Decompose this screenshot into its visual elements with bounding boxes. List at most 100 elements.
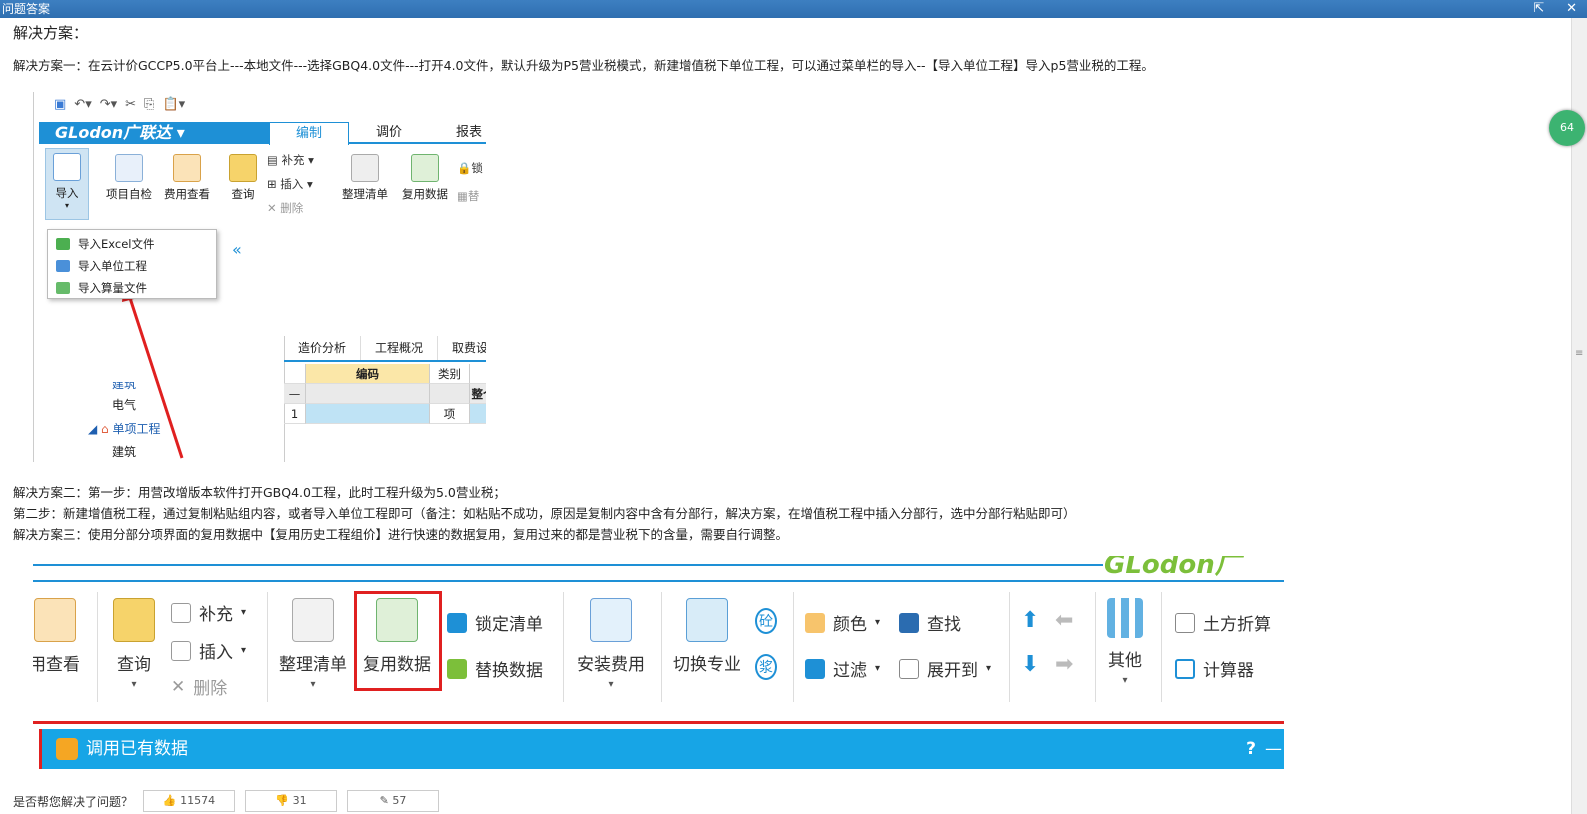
tidy-list-button[interactable]: 整理清单 ▾	[279, 598, 347, 690]
quantity-file-icon	[56, 282, 70, 294]
move-up-button[interactable]: ⬆	[1021, 608, 1039, 633]
binoculars-icon	[899, 612, 919, 633]
feedback-question: 是否帮您解决了问题？	[13, 794, 134, 809]
menu-item-import-unit[interactable]: 导入单位工程	[56, 255, 216, 277]
grid-icon	[1107, 598, 1143, 638]
menu-label: 导入单位工程	[78, 259, 147, 273]
highlight-box	[354, 591, 442, 691]
menu-label: 导入算量文件	[78, 281, 147, 295]
concrete-label: 砼	[755, 608, 777, 634]
dropdown-arrow: ▾	[241, 607, 247, 618]
divider	[793, 592, 794, 702]
move-left-button[interactable]: ⬅	[1055, 608, 1073, 633]
ribbon-2: 用查看 查询 ▾ 补充 ▾ 插入 ▾ ✕ 删除 整理清单 ▾ 复用数据 锁定清单 替换…	[33, 588, 1284, 718]
insert-label: 插入	[199, 643, 233, 663]
menu-item-import-quantity[interactable]: 导入算量文件	[56, 277, 216, 299]
fee-view-button[interactable]: 用查看	[33, 598, 80, 675]
earthwork-icon	[1175, 612, 1195, 633]
divider	[1009, 592, 1010, 702]
supplement-button[interactable]: 补充 ▾	[171, 600, 246, 625]
dropdown-arrow: ▾	[310, 679, 316, 690]
delete-button[interactable]: ✕ 删除	[171, 674, 227, 700]
move-right-button[interactable]: ➡	[1055, 652, 1073, 677]
solution-3: 解决方案三：使用分部分项界面的复用数据中【复用历史工程组价】进行快速的数据复用，…	[13, 527, 789, 542]
brand-logo-2: GLodon广	[1104, 556, 1241, 578]
other-button[interactable]: 其他 ▾	[1107, 598, 1143, 686]
divider	[97, 592, 98, 702]
find-button[interactable]: 查找	[899, 610, 961, 635]
ribbon-top-border	[33, 580, 1284, 582]
solution-2-step-1: 解决方案二：第一步：用营改增版本软件打开GBQ4.0工程，此时工程升级为5.0营…	[13, 485, 506, 500]
dropdown-arrow: ▾	[131, 679, 137, 690]
divider	[661, 592, 662, 702]
dropdown-arrow: ▾	[875, 663, 881, 674]
insert-icon	[171, 640, 191, 661]
dislike-button[interactable]: 👎 31	[245, 790, 338, 812]
side-badge[interactable]: 64	[1549, 110, 1585, 146]
delete-icon: ✕	[171, 676, 186, 697]
menu-label: 导入Excel文件	[78, 237, 155, 251]
arrow-down-icon: ⬇	[1021, 652, 1040, 677]
expand-to-label: 展开到	[927, 661, 978, 681]
window-title: 问题答案	[2, 2, 51, 16]
install-fee-button[interactable]: 安装费用 ▾	[577, 598, 645, 690]
expand-icon	[899, 658, 919, 679]
tidy-list-icon	[292, 598, 334, 642]
switch-major-icon	[686, 598, 728, 642]
query-icon	[113, 598, 155, 642]
help-icon[interactable]: ?	[1246, 729, 1256, 769]
dropdown-arrow: ▾	[986, 663, 992, 674]
paint-icon	[805, 612, 825, 633]
query-label: 查询	[117, 655, 151, 675]
unit-project-icon	[56, 260, 70, 272]
heading: 解决方案：	[13, 24, 89, 42]
query-button[interactable]: 查询 ▾	[113, 598, 155, 690]
concrete-button[interactable]: 砼	[755, 608, 777, 634]
comment-button[interactable]: ✎ 57	[347, 790, 440, 812]
dropdown-arrow: ▾	[1122, 675, 1128, 686]
filter-button[interactable]: 过滤 ▾	[805, 656, 880, 681]
like-button[interactable]: 👍 11574	[143, 790, 236, 812]
dialog-title: 调用已有数据	[86, 739, 188, 759]
dialog-header: 调用已有数据 ? —	[33, 721, 1284, 774]
fee-view-icon	[33, 598, 76, 642]
arrow-up-icon: ⬆	[1021, 608, 1040, 633]
install-fee-icon	[590, 598, 632, 642]
insert-button[interactable]: 插入 ▾	[171, 638, 246, 663]
minimize-icon[interactable]: —	[1265, 729, 1282, 769]
feedback-row: 是否帮您解决了问题？ 👍 11574 👎 31 ✎ 57	[13, 790, 440, 812]
calculator-label: 计算器	[1203, 661, 1254, 681]
mortar-button[interactable]: 浆	[755, 654, 777, 680]
earthwork-label: 土方折算	[1203, 615, 1271, 635]
arrow-right-icon: ➡	[1055, 652, 1074, 677]
replace-data-button[interactable]: 替换数据	[447, 656, 543, 681]
switch-major-button[interactable]: 切换专业	[673, 598, 741, 675]
calculator-icon	[1175, 658, 1195, 679]
other-label: 其他	[1108, 651, 1142, 671]
divider	[267, 592, 268, 702]
find-label: 查找	[927, 615, 961, 635]
solution-2-step-2: 第二步：新建增值税工程，通过复制粘贴组内容，或者导入单位工程即可（备注：如粘贴不…	[13, 506, 1076, 521]
color-label: 颜色	[833, 615, 867, 635]
solution-2-and-3: 解决方案二：第一步：用营改增版本软件打开GBQ4.0工程，此时工程升级为5.0营…	[13, 482, 1076, 545]
calculator-button[interactable]: 计算器	[1175, 656, 1254, 681]
dropdown-arrow: ▾	[875, 617, 881, 628]
color-button[interactable]: 颜色 ▾	[805, 610, 880, 635]
popout-icon[interactable]: ⇱	[1533, 0, 1544, 18]
supplement-label: 补充	[199, 605, 233, 625]
move-down-button[interactable]: ⬇	[1021, 652, 1039, 677]
fee-view-label: 用查看	[33, 655, 80, 675]
arrow-left-icon: ⬅	[1055, 608, 1074, 633]
earthwork-button[interactable]: 土方折算	[1175, 610, 1271, 635]
mortar-label: 浆	[755, 654, 777, 680]
menu-item-import-excel[interactable]: 导入Excel文件	[56, 233, 216, 255]
lock-list-button[interactable]: 锁定清单	[447, 610, 543, 635]
scrollbar-grip[interactable]: ≡	[1575, 348, 1585, 368]
window-titlebar: 问题答案 ⇱ ✕	[0, 0, 1587, 18]
expand-to-button[interactable]: 展开到 ▾	[899, 656, 991, 681]
dialog-icon	[56, 738, 78, 760]
supplement-icon	[171, 602, 191, 623]
close-icon[interactable]: ✕	[1566, 0, 1577, 18]
solution-1: 解决方案一：在云计价GCCP5.0平台上---本地文件---选择GBQ4.0文件…	[13, 58, 1154, 73]
answer-content: 解决方案： 解决方案一：在云计价GCCP5.0平台上---本地文件---选择GB…	[13, 22, 1553, 76]
